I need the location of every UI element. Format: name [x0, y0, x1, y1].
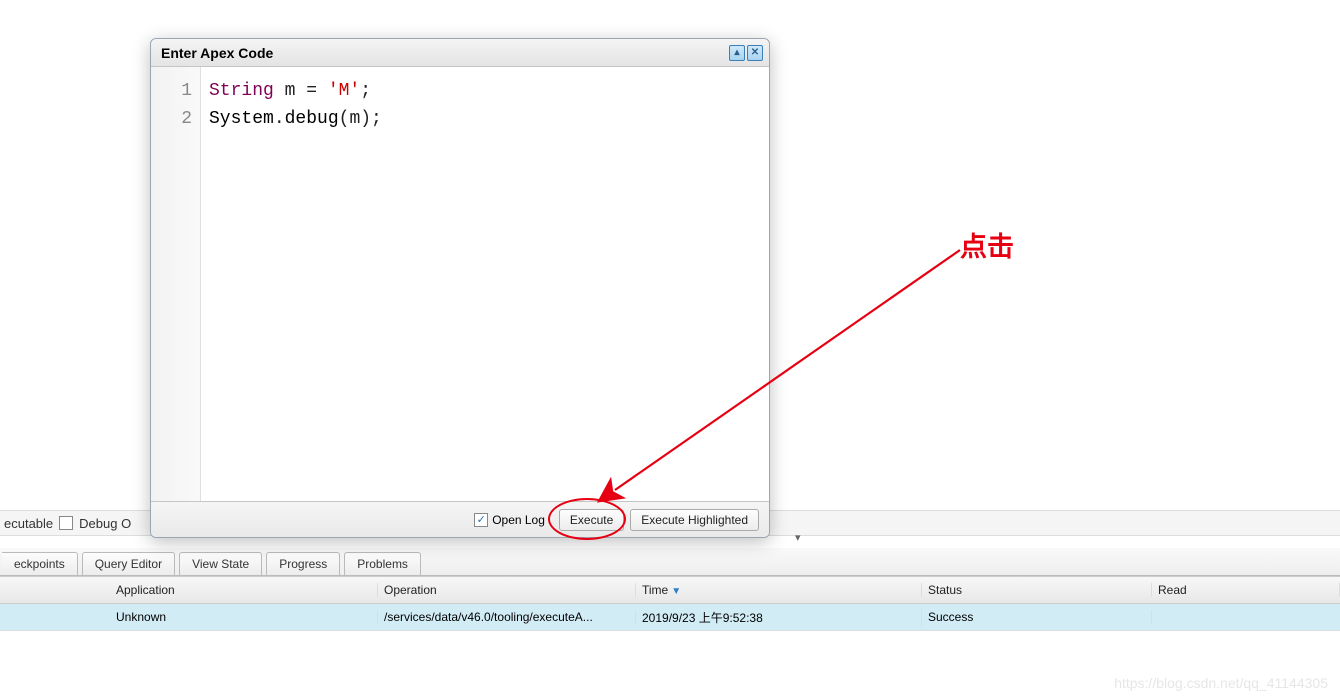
- string-literal: 'M': [328, 81, 360, 101]
- fn-args: (m): [339, 109, 371, 129]
- annotation-click-label: 点击: [960, 225, 1014, 264]
- dialog-title: Enter Apex Code: [161, 45, 273, 61]
- col-read[interactable]: Read: [1152, 583, 1340, 597]
- system-ident: System: [209, 109, 274, 129]
- semicolon-1: ;: [360, 81, 371, 101]
- watermark: https://blog.csdn.net/qq_41144305: [1114, 675, 1328, 691]
- tab-query-editor[interactable]: Query Editor: [82, 552, 175, 575]
- execute-button[interactable]: Execute: [559, 509, 624, 531]
- cell-operation: /services/data/v46.0/tooling/executeA...: [378, 610, 636, 624]
- tab-problems[interactable]: Problems: [344, 552, 421, 575]
- line-number-2: 2: [151, 105, 192, 133]
- open-log-checkbox-wrap[interactable]: ✓ Open Log: [474, 513, 545, 527]
- col-operation[interactable]: Operation: [378, 583, 636, 597]
- col-application[interactable]: Application: [110, 583, 378, 597]
- col-status[interactable]: Status: [922, 583, 1152, 597]
- dialog-titlebar[interactable]: Enter Apex Code ▴ ✕: [151, 39, 769, 67]
- table-row[interactable]: Unknown /services/data/v46.0/tooling/exe…: [0, 604, 1340, 631]
- debug-only-checkbox[interactable]: [59, 516, 73, 530]
- cell-application: Unknown: [110, 610, 378, 624]
- logs-grid: Application Operation Time▼ Status Read …: [0, 576, 1340, 631]
- line-number-1: 1: [151, 77, 192, 105]
- open-log-checkbox[interactable]: ✓: [474, 513, 488, 527]
- tab-progress[interactable]: Progress: [266, 552, 340, 575]
- cell-status: Success: [922, 610, 1152, 624]
- line-gutter: 1 2: [151, 67, 201, 501]
- dialog-footer: ✓ Open Log Execute Execute Highlighted: [151, 501, 769, 537]
- cell-time: 2019/9/23 上午9:52:38: [636, 609, 922, 626]
- semicolon-2: ;: [371, 109, 382, 129]
- execute-highlighted-button[interactable]: Execute Highlighted: [630, 509, 759, 531]
- code-editor[interactable]: 1 2 String m = 'M'; System.debug(m);: [151, 67, 769, 501]
- keyword-string: String: [209, 81, 274, 101]
- minimize-icon[interactable]: ▴: [729, 45, 745, 61]
- close-icon[interactable]: ✕: [747, 45, 763, 61]
- enter-apex-code-dialog: Enter Apex Code ▴ ✕ 1 2 String m = 'M'; …: [150, 38, 770, 538]
- tab-view-state[interactable]: View State: [179, 552, 262, 575]
- expand-arrow-icon[interactable]: ▾: [795, 531, 801, 544]
- grid-header: Application Operation Time▼ Status Read: [0, 577, 1340, 604]
- executable-label: ecutable: [4, 516, 53, 531]
- debug-only-label: Debug O: [79, 516, 131, 531]
- code-text: m =: [274, 81, 328, 101]
- code-content[interactable]: String m = 'M'; System.debug(m);: [201, 67, 392, 501]
- sort-desc-icon: ▼: [671, 586, 681, 597]
- dot: .: [274, 109, 285, 129]
- col-time[interactable]: Time▼: [636, 583, 922, 597]
- tab-checkpoints[interactable]: eckpoints: [2, 552, 78, 575]
- open-log-label: Open Log: [492, 513, 545, 527]
- col-time-label: Time: [642, 583, 668, 597]
- debug-fn: debug: [285, 109, 339, 129]
- bottom-tabs: eckpoints Query Editor View State Progre…: [0, 548, 1340, 576]
